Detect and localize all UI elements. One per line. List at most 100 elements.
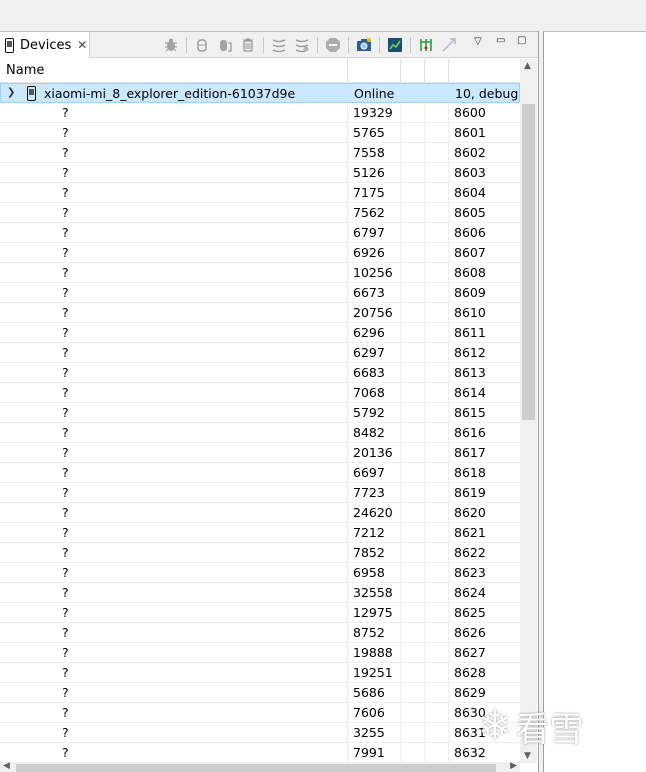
process-row[interactable]: ? 19329 8600 [0,103,520,123]
process-name: ? [62,265,69,280]
column-divider [400,243,401,263]
process-row[interactable]: ? 7068 8614 [0,383,520,403]
device-row[interactable]: ❯ xiaomi-mi_8_explorer_edition-61037d9e … [0,83,520,103]
scroll-right-icon[interactable]: ▶ [510,761,517,771]
minimize-icon[interactable]: ▭ [496,35,505,46]
gc-icon[interactable] [239,36,257,54]
tab-devices[interactable]: Devices ✕ [0,32,90,58]
ui-automator-icon[interactable] [440,36,458,54]
horizontal-scrollbar[interactable]: ◀ ▶ [0,761,520,772]
process-pid: 3255 [353,725,385,740]
column-divider [347,59,348,83]
hierarchy-dump-icon[interactable] [417,36,435,54]
process-row[interactable]: ? 24620 8620 [0,503,520,523]
column-divider [424,423,425,443]
process-name: ? [62,305,69,320]
column-divider [448,723,449,743]
column-divider [347,123,348,143]
systrace-icon[interactable] [386,36,404,54]
process-name: ? [62,685,69,700]
column-divider [448,183,449,203]
process-row[interactable]: ? 6296 8611 [0,323,520,343]
screen-capture-icon[interactable] [355,36,373,54]
process-row[interactable]: ? 7562 8605 [0,203,520,223]
process-row[interactable]: ? 8482 8616 [0,423,520,443]
device-name: xiaomi-mi_8_explorer_edition-61037d9e [44,86,296,101]
process-row[interactable]: ? 7723 8619 [0,483,520,503]
process-row[interactable]: ? 7991 8632 [0,743,520,763]
process-row[interactable]: ? 6673 8609 [0,283,520,303]
horizontal-scroll-thumb[interactable] [16,764,496,772]
process-row[interactable]: ? 3255 8631 [0,723,520,743]
device-phone-icon [5,37,14,53]
collapse-chevron-icon[interactable]: ❯ [7,87,15,98]
heap-update-icon[interactable] [193,36,211,54]
column-divider [347,303,348,323]
process-port: 8618 [454,465,486,480]
process-row[interactable]: ? 7558 8602 [0,143,520,163]
column-header-name[interactable]: Name [6,63,44,78]
column-divider [400,103,401,123]
maximize-icon[interactable]: ▢ [517,35,526,46]
process-row[interactable]: ? 19251 8628 [0,663,520,683]
process-row[interactable]: ? 7606 8630 [0,703,520,723]
process-row[interactable]: ? 6797 8606 [0,223,520,243]
column-divider [347,243,348,263]
column-divider [424,463,425,483]
process-row[interactable]: ? 12975 8625 [0,603,520,623]
thread-update-icon[interactable] [270,36,288,54]
process-pid: 32558 [353,585,393,600]
process-pid: 7068 [353,385,385,400]
column-divider [347,323,348,343]
stop-process-icon[interactable] [324,36,342,54]
process-row[interactable]: ? 7852 8622 [0,543,520,563]
process-row[interactable]: ? 7175 8604 [0,183,520,203]
column-divider [424,103,425,123]
scroll-up-icon[interactable]: ▲ [524,61,531,71]
column-divider [347,163,348,183]
process-row[interactable]: ? 10256 8608 [0,263,520,283]
process-row[interactable]: ? 6926 8607 [0,243,520,263]
column-divider [448,443,449,463]
process-name: ? [62,445,69,460]
scroll-left-icon[interactable]: ◀ [3,761,10,771]
tab-close-icon[interactable]: ✕ [77,39,87,51]
column-divider [347,103,348,123]
column-divider [424,223,425,243]
vertical-scrollbar[interactable]: ▲ ▼ [520,59,537,763]
process-row[interactable]: ? 32558 8624 [0,583,520,603]
process-row[interactable]: ? 6958 8623 [0,563,520,583]
dump-hprof-icon[interactable] [216,36,234,54]
process-row[interactable]: ? 20136 8617 [0,443,520,463]
column-divider [347,703,348,723]
column-divider [400,263,401,283]
process-port: 8608 [454,265,486,280]
process-row[interactable]: ? 5792 8615 [0,403,520,423]
column-divider [400,163,401,183]
vertical-scroll-thumb[interactable] [522,104,535,420]
process-name: ? [62,605,69,620]
process-row[interactable]: ? 7212 8621 [0,523,520,543]
process-row[interactable]: ? 5126 8603 [0,163,520,183]
devices-toolbar [162,36,463,54]
process-row[interactable]: ? 6697 8618 [0,463,520,483]
process-row[interactable]: ? 8752 8626 [0,623,520,643]
view-menu-chevron-icon[interactable]: ▽ [474,36,482,47]
column-divider [347,283,348,303]
column-divider [400,723,401,743]
process-row[interactable]: ? 6297 8612 [0,343,520,363]
method-profiling-icon[interactable] [293,36,311,54]
process-row[interactable]: ? 20756 8610 [0,303,520,323]
column-divider [448,383,449,403]
process-row[interactable]: ? 5765 8601 [0,123,520,143]
process-port: 8605 [454,205,486,220]
process-row[interactable]: ? 6683 8613 [0,363,520,383]
column-divider [448,143,449,163]
column-divider [347,603,348,623]
debug-bug-icon[interactable] [162,36,180,54]
column-divider [347,503,348,523]
column-divider [400,343,401,363]
column-divider [424,603,425,623]
process-row[interactable]: ? 5686 8629 [0,683,520,703]
process-row[interactable]: ? 19888 8627 [0,643,520,663]
